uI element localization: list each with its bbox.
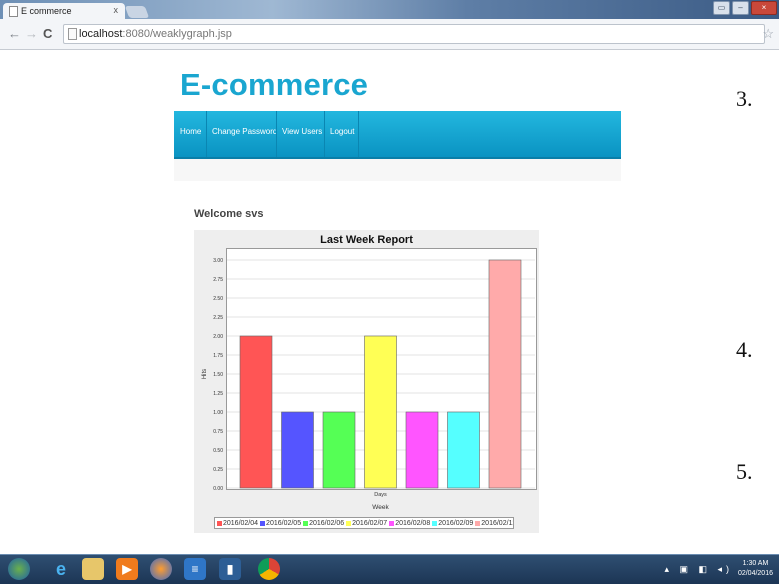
editor-icon[interactable]: ≡ <box>184 558 206 580</box>
firefox-icon[interactable] <box>150 558 172 580</box>
legend-swatch <box>217 520 222 526</box>
side-number: 3. <box>736 86 753 111</box>
legend-swatch <box>346 520 352 526</box>
y-tick-label: 0.00 <box>213 486 223 492</box>
start-button-icon[interactable] <box>8 558 30 580</box>
y-axis-label: Hits <box>202 369 208 379</box>
legend-item: 2016/02/08 <box>389 520 430 527</box>
y-tick-label: 1.00 <box>213 410 223 416</box>
chart-bar <box>405 411 439 489</box>
chart-bar <box>364 335 397 489</box>
legend-swatch <box>303 520 309 526</box>
chart-bar <box>239 335 273 489</box>
x-axis-label: Days <box>374 492 387 498</box>
legend-item: 2016/02/05 <box>260 520 301 527</box>
legend-swatch <box>432 520 438 526</box>
internet-explorer-icon[interactable]: e <box>50 558 72 580</box>
clock-date: 02/04/2016 <box>737 570 773 577</box>
file-explorer-icon[interactable] <box>82 558 104 580</box>
legend-item: 2016/02/04 <box>217 520 258 527</box>
y-tick-label: 2.75 <box>213 277 223 283</box>
bar-chart: 0.00 0.25 0.50 0.75 1.00 1.25 1.50 1.75 2.00 2.25… <box>202 258 535 511</box>
y-tick-label: 1.25 <box>213 391 223 397</box>
legend-swatch <box>475 520 481 526</box>
legend-label: 2016/02/09 <box>438 519 474 527</box>
windows-taskbar: e ▶ ≡ ▮ ▴ ▣ ◧ ◂) 1:30 AM 02/04/2016 <box>0 554 779 584</box>
chart-bar <box>322 411 356 489</box>
y-tick-label: 2.00 <box>213 334 223 340</box>
system-tray[interactable]: ▴ ▣ ◧ ◂) <box>664 564 733 575</box>
y-tick-label: 0.25 <box>213 467 223 473</box>
legend-item: 2016/02/09 <box>432 520 473 527</box>
legend-label: 2016/02/12 <box>481 519 514 527</box>
y-tick-label: 0.75 <box>213 429 223 435</box>
chart-legend: 2016/02/04 2016/02/05 2016/02/06 2016/02/07… <box>214 517 514 529</box>
legend-item: 2016/02/12 <box>475 519 514 527</box>
side-number: 4. <box>736 337 753 362</box>
legend-label: 2016/02/06 <box>309 519 345 527</box>
y-tick-label: 2.25 <box>213 315 223 321</box>
legend-swatch <box>389 520 395 526</box>
y-tick-label: 2.50 <box>213 296 223 302</box>
clock-time: 1:30 AM <box>742 560 769 567</box>
chrome-icon[interactable] <box>258 558 280 580</box>
legend-item: 2016/02/06 <box>303 520 344 527</box>
chart-bar <box>281 411 314 489</box>
chart-bar <box>447 411 480 489</box>
y-tick-label: 0.50 <box>213 448 223 454</box>
legend-label: 2016/02/08 <box>395 519 431 527</box>
legend-label: 2016/02/04 <box>223 519 259 527</box>
y-tick-label: 3.00 <box>213 258 223 264</box>
clock[interactable]: 1:30 AM 02/04/2016 <box>738 559 773 579</box>
y-tick-label: 1.75 <box>213 353 223 359</box>
side-number: 5. <box>736 459 753 484</box>
legend-swatch <box>260 520 266 526</box>
legend-item: 2016/02/07 <box>346 520 387 527</box>
y-tick-label: 1.50 <box>213 372 223 378</box>
app-icon[interactable]: ▮ <box>219 558 241 580</box>
media-player-icon[interactable]: ▶ <box>116 558 138 580</box>
legend-label: 2016/02/05 <box>266 519 302 527</box>
legend-label: 2016/02/07 <box>352 519 388 527</box>
x-axis-sublabel: Week <box>372 504 389 511</box>
chart-bar <box>488 259 522 489</box>
